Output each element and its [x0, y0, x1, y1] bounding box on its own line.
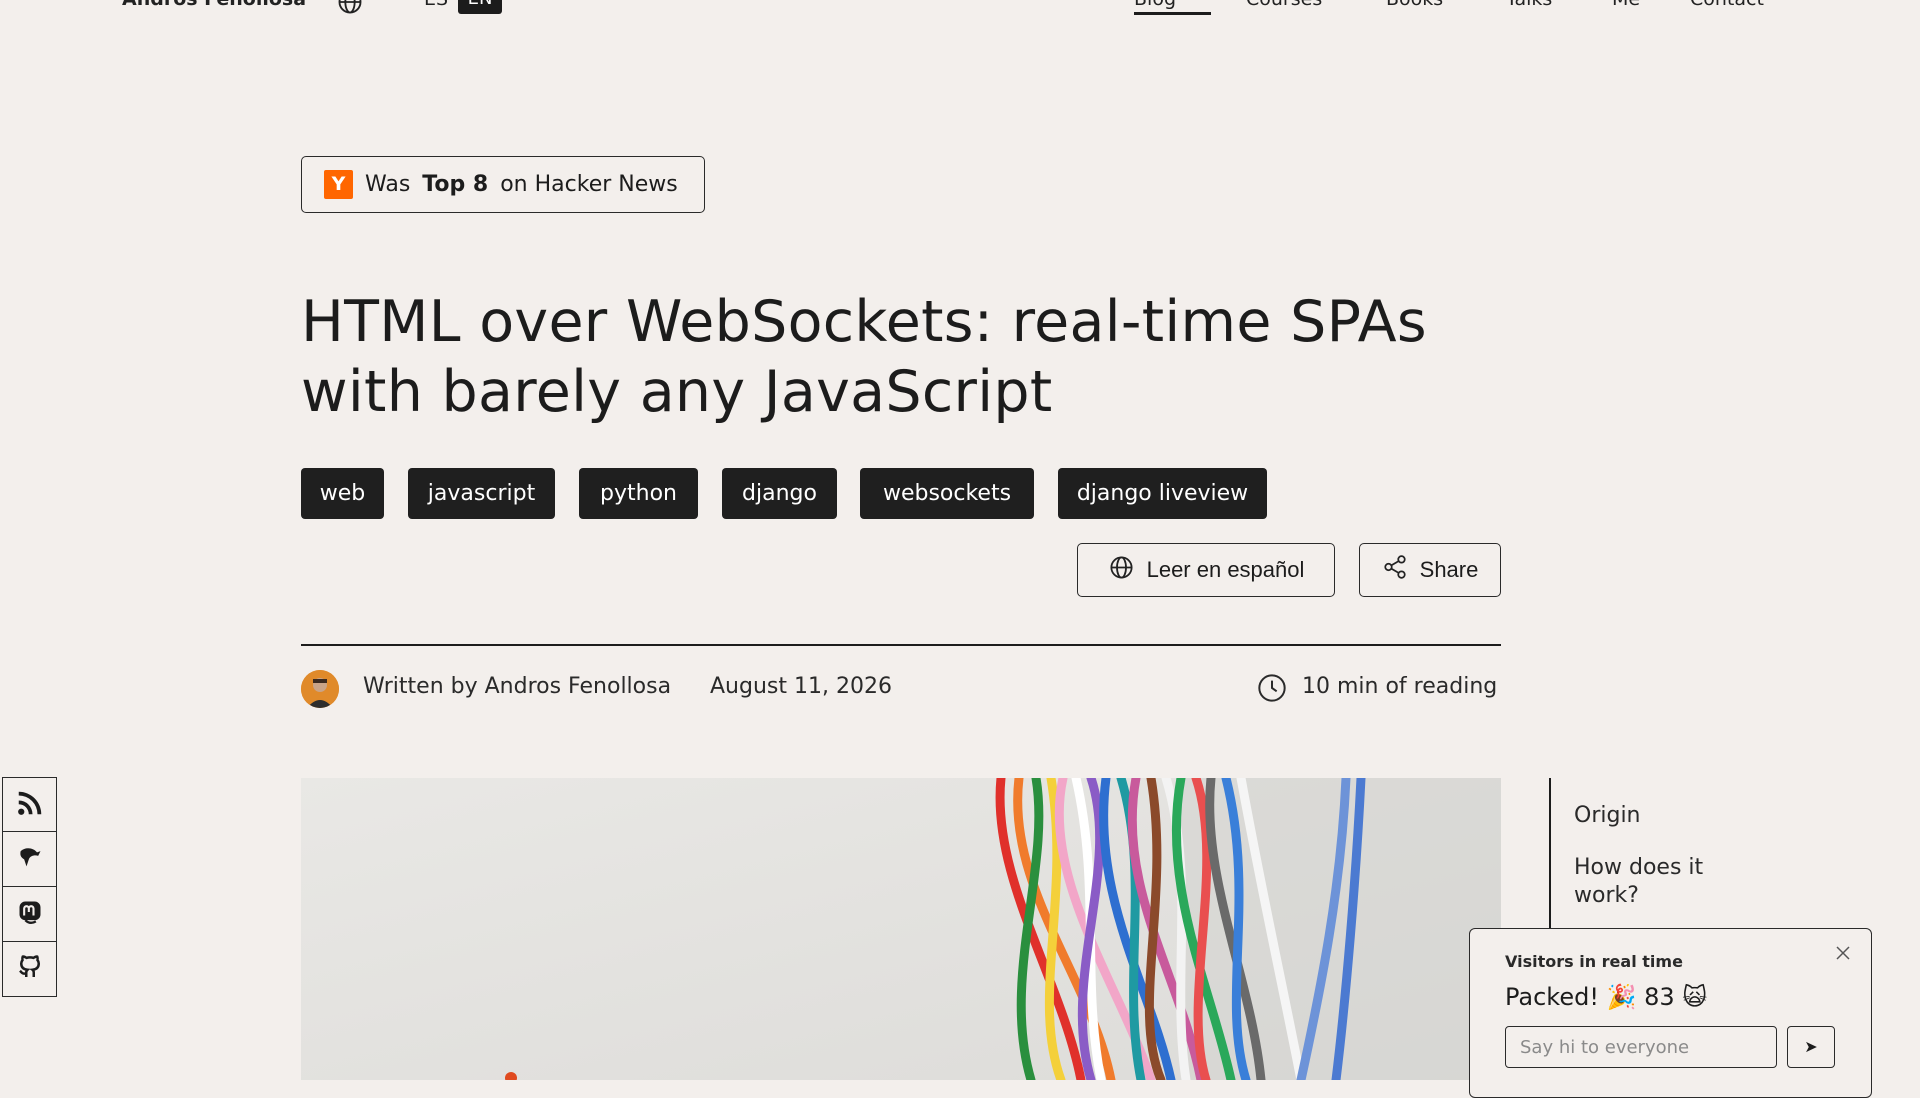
reading-time: 10 min of reading: [1302, 674, 1498, 699]
rss-icon: [15, 788, 45, 822]
visitors-title: Visitors in real time: [1505, 952, 1683, 971]
active-nav-indicator: [1134, 12, 1211, 15]
brand-link[interactable]: Andros Fenollosa: [122, 0, 306, 10]
chat-message-input[interactable]: [1505, 1026, 1777, 1068]
github-link[interactable]: [2, 942, 57, 997]
read-in-spanish-button[interactable]: Leer en español: [1077, 543, 1335, 597]
tag-web[interactable]: web: [301, 468, 384, 519]
toc-item-origin[interactable]: Origin: [1574, 802, 1794, 830]
nav-courses[interactable]: Courses: [1246, 0, 1322, 10]
share-icon: [1382, 554, 1408, 586]
badge-highlight: Top 8: [422, 172, 489, 197]
badge-suffix: on Hacker News: [500, 172, 678, 197]
article-title: HTML over WebSockets: real-time SPAs wit…: [301, 289, 1427, 425]
close-icon[interactable]: [1833, 943, 1853, 963]
tag-python[interactable]: python: [579, 468, 698, 519]
mastodon-icon: [16, 898, 44, 930]
hero-image: [301, 778, 1501, 1080]
share-label: Share: [1419, 557, 1479, 582]
globe-icon[interactable]: [336, 0, 364, 16]
publish-date: August 11, 2026: [710, 674, 892, 699]
nav-blog[interactable]: Blog: [1134, 0, 1176, 10]
share-button[interactable]: Share: [1359, 543, 1501, 597]
badge-prefix: Was: [365, 172, 411, 197]
nav-contact[interactable]: Contact: [1690, 0, 1764, 10]
tag-websockets[interactable]: websockets: [860, 468, 1034, 519]
nav-talks[interactable]: Talks: [1506, 0, 1552, 10]
language-en-link[interactable]: EN: [458, 0, 502, 14]
author-avatar: [301, 670, 339, 708]
hacker-news-logo-icon: Y: [324, 170, 353, 199]
gnu-icon: [16, 843, 44, 875]
globe-icon: [1108, 554, 1135, 587]
send-message-button[interactable]: ➤: [1787, 1026, 1835, 1068]
language-es-link[interactable]: ES: [424, 0, 448, 10]
clock-icon: [1256, 672, 1288, 704]
social-links: [2, 777, 57, 997]
tag-django-liveview[interactable]: django liveview: [1058, 468, 1267, 519]
hacker-news-badge[interactable]: Y Was Top 8 on Hacker News: [301, 156, 705, 213]
tag-django[interactable]: django: [722, 468, 837, 519]
meta-divider: [301, 644, 1501, 646]
visitors-popup: Visitors in real time Packed! 🎉 83 🙀 ➤: [1469, 928, 1872, 1098]
rss-link[interactable]: [2, 777, 57, 832]
toc-item-how-it-works[interactable]: How does it work?: [1574, 854, 1754, 910]
tag-javascript[interactable]: javascript: [408, 468, 555, 519]
nav-me[interactable]: Me: [1612, 0, 1640, 10]
read-in-spanish-label: Leer en español: [1146, 557, 1305, 582]
github-icon: [15, 952, 45, 986]
gnu-social-link[interactable]: [2, 832, 57, 887]
mastodon-link[interactable]: [2, 887, 57, 942]
top-navigation: Andros Fenollosa ES EN Blog Courses Book…: [0, 0, 1920, 16]
nav-books[interactable]: Books: [1386, 0, 1443, 10]
author-line: Written by Andros Fenollosa: [363, 674, 672, 699]
visitors-status: Packed! 🎉 83 🙀: [1505, 983, 1708, 1011]
